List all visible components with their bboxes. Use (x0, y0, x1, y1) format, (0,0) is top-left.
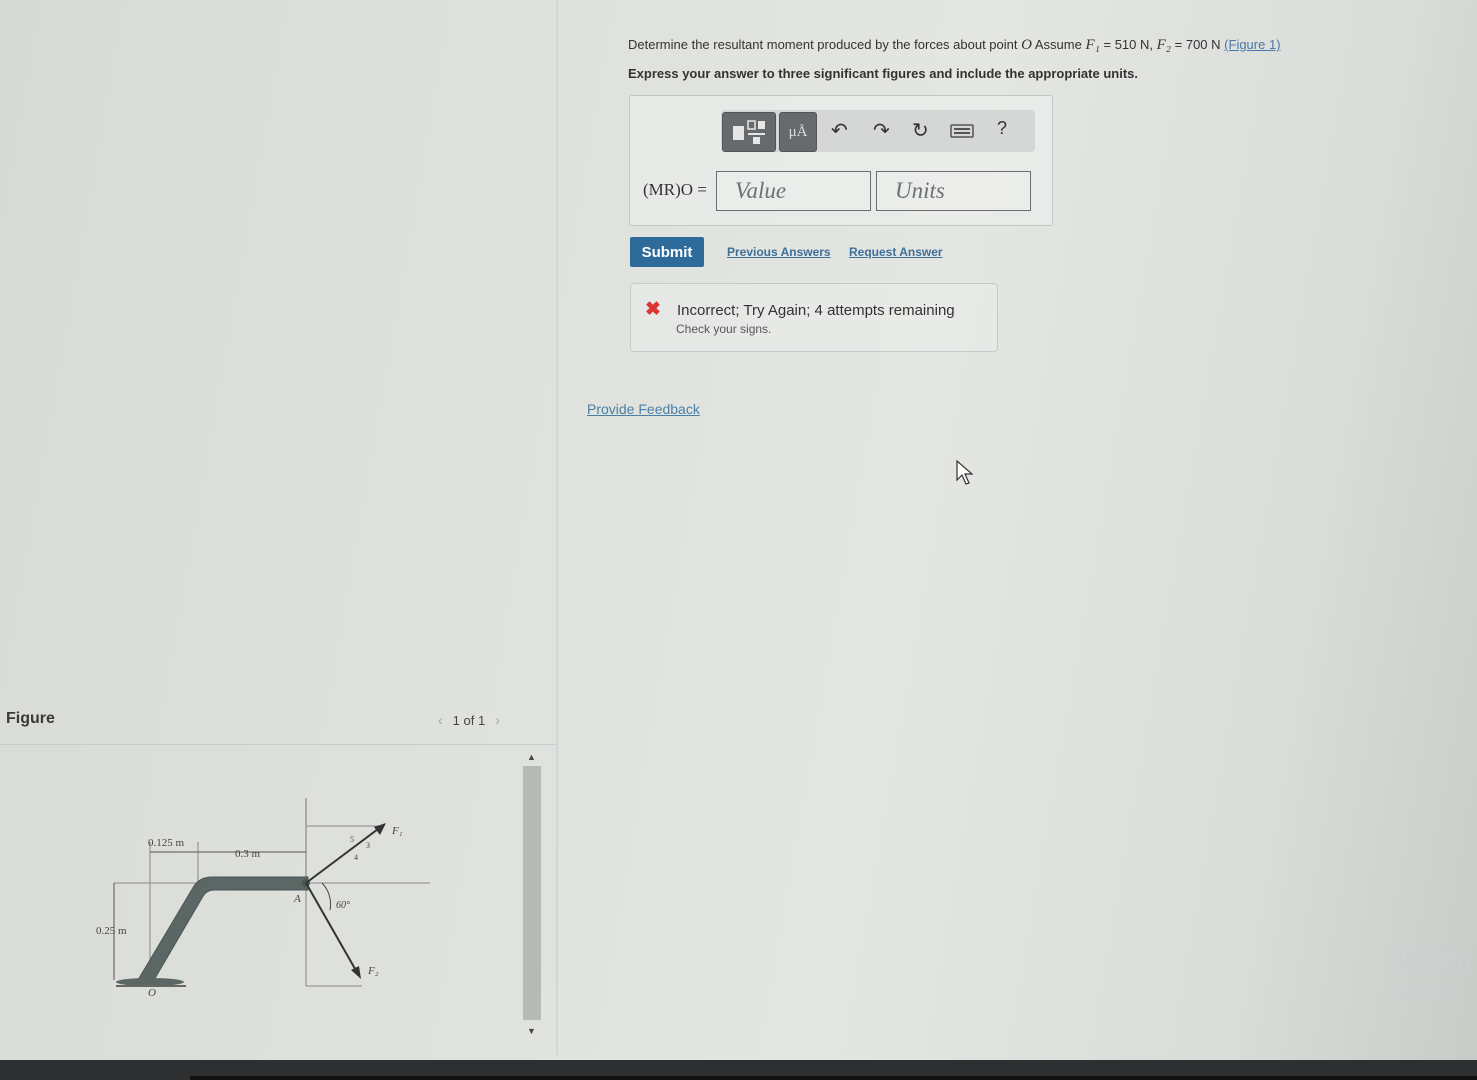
undo-icon[interactable]: ↶ (831, 118, 848, 143)
scroll-up-icon[interactable]: ▲ (527, 752, 536, 762)
units-button[interactable]: μÅ (779, 112, 817, 152)
force-f2-line (305, 882, 359, 975)
slope-5-label: 5 (350, 835, 354, 844)
answer-label: (MR)O = (643, 180, 707, 199)
support-base (116, 978, 184, 986)
keyboard-icon[interactable] (950, 122, 974, 145)
dim-label-03: 0.3 m (235, 848, 261, 860)
force-f1-line (305, 825, 383, 884)
point-o-label: O (148, 987, 156, 999)
figure-title: Figure (6, 710, 55, 727)
bent-member (137, 876, 309, 981)
mouse-pointer-icon (956, 460, 974, 485)
submit-button[interactable]: Submit (630, 237, 704, 267)
units-input[interactable] (876, 171, 1031, 211)
incorrect-icon: ✖ (645, 299, 661, 320)
value-input[interactable] (716, 171, 871, 211)
f2-symbol: F₂ (1156, 37, 1172, 53)
figure-pane: Figure ‹ 1 of 1 › 0.125 m 0.3 m 0.25 m O… (0, 0, 556, 1060)
feedback-title: Incorrect; Try Again; 4 attempts remaini… (677, 302, 955, 319)
question-prompt: Determine the resultant moment produced … (628, 37, 1018, 52)
windows-watermark: Windo (1398, 945, 1472, 975)
assume-label: Assume (1034, 37, 1082, 52)
point-a-label: A (293, 893, 301, 905)
help-icon[interactable]: ? (997, 118, 1007, 139)
mechanics-diagram: 0.125 m 0.3 m 0.25 m O A F₁ 5 3 4 F₂ 60° (96, 798, 430, 999)
feedback-box: ✖ Incorrect; Try Again; 4 attempts remai… (630, 283, 998, 352)
figure-diagram: 0.125 m 0.3 m 0.25 m O A F₁ 5 3 4 F₂ 60° (90, 790, 450, 1015)
dim-label-0125: 0.125 m (148, 837, 185, 849)
provide-feedback-link[interactable]: Provide Feedback (587, 401, 700, 417)
slope-3-label: 3 (366, 841, 370, 850)
scrollbar-thumb[interactable] (523, 766, 541, 1020)
prev-figure-button[interactable]: ‹ (438, 712, 443, 728)
reset-icon[interactable]: ↻ (912, 118, 929, 143)
figure-link[interactable]: (Figure 1) (1224, 37, 1280, 52)
request-answer-link[interactable]: Request Answer (849, 245, 943, 259)
angle-arc (321, 882, 332, 911)
previous-answers-link[interactable]: Previous Answers (727, 245, 831, 259)
redo-icon[interactable]: ↷ (873, 118, 890, 143)
figure-page-indicator: 1 of 1 (452, 712, 486, 728)
dim-label-025: 0.25 m (96, 925, 127, 937)
windows-watermark-sub: Windows (1398, 986, 1447, 1000)
next-figure-button[interactable]: › (495, 712, 500, 728)
force-f2-arrowhead (351, 966, 361, 979)
question-text: Determine the resultant moment produced … (628, 37, 1281, 53)
force-f2-label: F₂ (367, 965, 379, 977)
figure-header: Figure ‹ 1 of 1 › (0, 700, 556, 745)
instruction-text: Express your answer to three significant… (628, 66, 1138, 81)
point-symbol: O (1021, 37, 1032, 53)
angle-label: 60° (336, 900, 350, 911)
math-toolbar: μÅ ↶ ↷ ↻ ? (721, 110, 1035, 152)
templates-icon (733, 120, 765, 144)
figure-pager: ‹ 1 of 1 › (438, 712, 500, 728)
f1-symbol: F₁ (1085, 37, 1100, 53)
feedback-message: Check your signs. (676, 322, 772, 336)
f2-value: = 700 N (1174, 37, 1221, 52)
force-f1-label: F₁ (391, 825, 403, 837)
question-pane: Determine the resultant moment produced … (558, 0, 1477, 1060)
f1-value: = 510 N (1103, 37, 1150, 52)
slope-4-label: 4 (354, 853, 358, 862)
figure-scrollbar[interactable]: ▲ ▼ (522, 752, 542, 1042)
bottom-bezel (0, 1060, 1477, 1080)
templates-button[interactable] (722, 112, 776, 152)
force-f1-arrowhead (374, 823, 386, 835)
answer-box: μÅ ↶ ↷ ↻ ? (MR)O = (629, 95, 1053, 226)
scroll-down-icon[interactable]: ▼ (527, 1026, 536, 1036)
